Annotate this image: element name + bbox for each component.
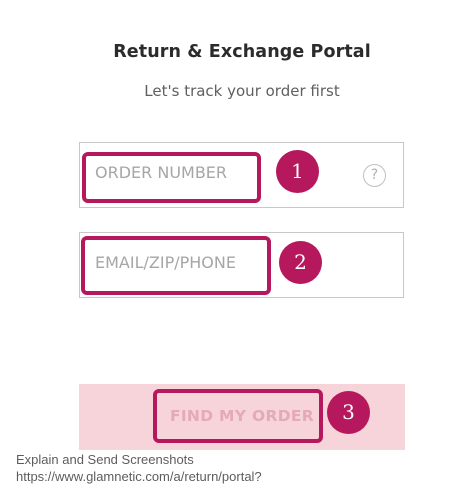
annotation-badge-1: 1: [276, 150, 319, 193]
page-title: Return & Exchange Portal: [113, 42, 371, 62]
question-circle-icon[interactable]: ?: [363, 164, 386, 187]
screenshot-footer: Explain and Send Screenshots https://www…: [16, 451, 262, 485]
footer-caption: Explain and Send Screenshots: [16, 452, 194, 467]
return-portal-page: Return & Exchange Portal Let's track you…: [0, 0, 458, 500]
page-subtitle: Let's track your order first: [144, 82, 340, 100]
annotation-badge-3: 3: [327, 391, 370, 434]
footer-url: https://www.glamnetic.com/a/return/porta…: [16, 469, 262, 484]
annotation-badge-2: 2: [279, 241, 322, 284]
order-number-field-box: ?: [79, 142, 404, 208]
contact-field-box: [79, 232, 404, 298]
